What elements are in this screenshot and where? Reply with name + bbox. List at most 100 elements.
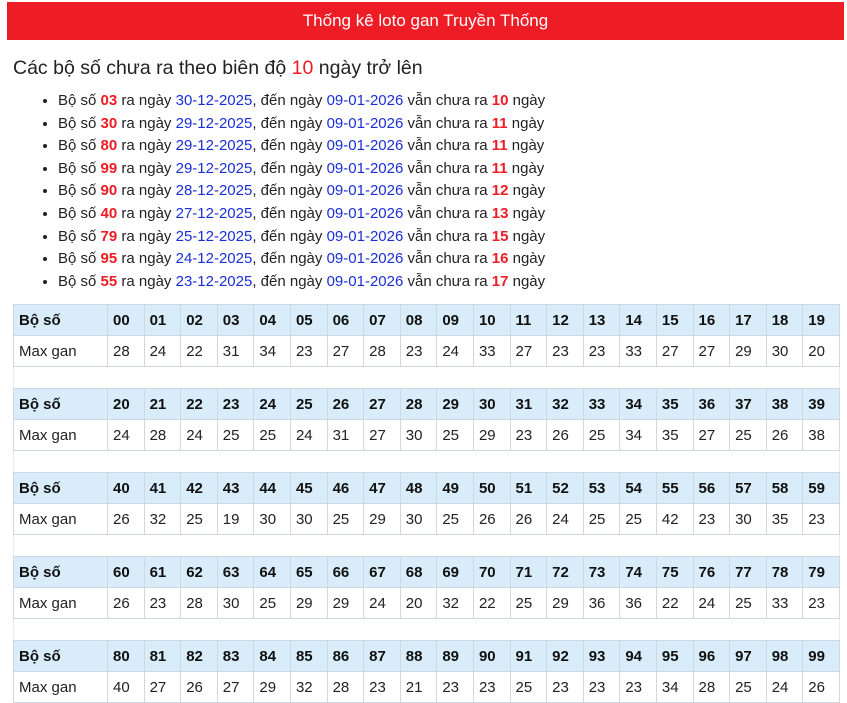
stat-label: Bộ số bbox=[58, 92, 97, 109]
stat-label: Bộ số bbox=[58, 250, 97, 268]
stat-ngay: ngày bbox=[512, 272, 546, 290]
loto-number-cell: 97 bbox=[729, 640, 767, 672]
max-gan-cell: 27 bbox=[216, 671, 255, 703]
subtitle-suffix: ngày trở lên bbox=[318, 57, 423, 79]
loto-number-cell: 78 bbox=[765, 556, 804, 588]
max-gan-cell: 34 bbox=[655, 671, 694, 703]
max-gan-cell: 28 bbox=[692, 671, 731, 703]
loto-number-cell: 65 bbox=[289, 556, 328, 588]
max-gan-cell: 24 bbox=[692, 587, 731, 619]
loto-number-cell: 02 bbox=[180, 304, 218, 336]
loto-number-cell: 13 bbox=[582, 304, 621, 336]
loto-number-cell: 23 bbox=[216, 388, 255, 420]
max-gan-cell: 30 bbox=[289, 503, 328, 535]
stat-days: 17 bbox=[491, 272, 509, 290]
spacer-cell bbox=[13, 450, 840, 473]
loto-number-cell: 39 bbox=[802, 388, 840, 420]
stat-item: Bộ số 30 ra ngày 29-12-2025, đến ngày 09… bbox=[58, 113, 545, 136]
max-gan-cell: 28 bbox=[363, 335, 401, 367]
max-gan-table: Bộ số 00 01 02 03 04 05 06 07 08 09 10 11 12 13 14 15 16 1… bbox=[13, 304, 840, 703]
loto-number-cell: 40 bbox=[107, 472, 145, 504]
stat-van-chua-ra: vẫn chưa ra bbox=[407, 114, 488, 132]
max-gan-cell: 24 bbox=[363, 587, 401, 619]
stat-ra-ngay: ra ngày bbox=[121, 92, 172, 109]
stat-van-chua-ra: vẫn chưa ra bbox=[407, 92, 488, 109]
loto-number-cell: 30 bbox=[472, 388, 511, 420]
stat-days: 11 bbox=[491, 159, 508, 177]
stat-ra-ngay: ra ngày bbox=[121, 227, 172, 245]
stat-number: 79 bbox=[100, 227, 118, 245]
loto-number-cell: 33 bbox=[582, 388, 621, 420]
max-gan-cell: 19 bbox=[216, 503, 255, 535]
loto-number-cell: 17 bbox=[729, 304, 767, 336]
max-gan-cell: 23 bbox=[582, 671, 621, 703]
max-gan-cell: 24 bbox=[143, 335, 182, 367]
stat-days: 16 bbox=[491, 250, 509, 268]
stat-number: 99 bbox=[100, 159, 118, 177]
loto-number-cell: 61 bbox=[143, 556, 182, 588]
loto-number-cell: 18 bbox=[765, 304, 804, 336]
max-gan-cell: 20 bbox=[399, 587, 438, 619]
loto-number-cell: 10 bbox=[472, 304, 511, 336]
loto-number-cell: 51 bbox=[509, 472, 548, 504]
max-gan-cell: 25 bbox=[509, 671, 548, 703]
loto-number-cell: 84 bbox=[253, 640, 291, 672]
max-gan-cell: 26 bbox=[546, 419, 584, 451]
section-subtitle: Các bộ số chưa ra theo biên độ 10 ngày t… bbox=[13, 57, 423, 80]
spacer-cell bbox=[13, 618, 840, 641]
table-header-row: Bộ số 00 01 02 03 04 05 06 07 08 09 10 11 12 13 14 15 16 1… bbox=[13, 304, 840, 336]
max-gan-cell: 27 bbox=[655, 335, 694, 367]
loto-number-cell: 27 bbox=[363, 388, 401, 420]
stat-ngay: ngày bbox=[511, 159, 545, 177]
max-gan-cell: 29 bbox=[326, 587, 365, 619]
max-gan-cell: 34 bbox=[619, 419, 657, 451]
max-gan-cell: 27 bbox=[143, 671, 182, 703]
stat-days: 10 bbox=[491, 92, 509, 109]
max-gan-cell: 36 bbox=[619, 587, 657, 619]
stat-from-date: 29-12-2025 bbox=[175, 114, 253, 132]
stat-number: 03 bbox=[100, 92, 118, 109]
max-gan-cell: 23 bbox=[143, 587, 182, 619]
max-gan-cell: 29 bbox=[472, 419, 511, 451]
loto-number-cell: 07 bbox=[363, 304, 401, 336]
loto-number-cell: 29 bbox=[436, 388, 474, 420]
max-gan-cell: 27 bbox=[692, 335, 731, 367]
stat-den-ngay: , đến ngày bbox=[252, 182, 323, 200]
loto-number-cell: 90 bbox=[472, 640, 511, 672]
max-gan-cell: 38 bbox=[802, 419, 840, 451]
loto-number-cell: 60 bbox=[107, 556, 145, 588]
stat-to-date: 09-01-2026 bbox=[326, 159, 404, 177]
loto-number-cell: 95 bbox=[655, 640, 694, 672]
loto-number-cell: 24 bbox=[253, 388, 291, 420]
loto-number-cell: 71 bbox=[509, 556, 548, 588]
table-value-row: Max gan 26 32 25 19 30 30 25 29 30 25 26 26 24 25 25 42 2… bbox=[13, 503, 840, 535]
row-label-max-gan: Max gan bbox=[13, 587, 108, 619]
page-header: Thống kê loto gan Truyền Thống bbox=[7, 2, 844, 40]
loto-number-cell: 76 bbox=[692, 556, 731, 588]
stat-item: Bộ số 90 ra ngày 28-12-2025, đến ngày 09… bbox=[58, 180, 545, 203]
stat-den-ngay: , đến ngày bbox=[252, 92, 323, 109]
subtitle-days: 10 bbox=[291, 57, 314, 79]
loto-number-cell: 87 bbox=[363, 640, 401, 672]
max-gan-cell: 23 bbox=[582, 335, 621, 367]
max-gan-cell: 30 bbox=[765, 335, 804, 367]
max-gan-cell: 33 bbox=[765, 587, 804, 619]
loto-number-cell: 11 bbox=[509, 304, 548, 336]
stat-to-date: 09-01-2026 bbox=[326, 114, 404, 132]
loto-number-cell: 53 bbox=[582, 472, 621, 504]
max-gan-cell: 22 bbox=[655, 587, 694, 619]
stat-days: 15 bbox=[491, 227, 509, 245]
max-gan-cell: 21 bbox=[399, 671, 438, 703]
gan-stats-list: Bộ số 03 ra ngày 30-12-2025, đến ngày 09… bbox=[0, 90, 545, 293]
loto-number-cell: 54 bbox=[619, 472, 657, 504]
stat-item: Bộ số 40 ra ngày 27-12-2025, đến ngày 09… bbox=[58, 203, 545, 226]
loto-number-cell: 75 bbox=[655, 556, 694, 588]
max-gan-cell: 33 bbox=[472, 335, 511, 367]
loto-number-cell: 92 bbox=[546, 640, 584, 672]
loto-number-cell: 81 bbox=[143, 640, 182, 672]
max-gan-cell: 24 bbox=[289, 419, 328, 451]
max-gan-cell: 25 bbox=[619, 503, 657, 535]
stat-to-date: 09-01-2026 bbox=[326, 92, 404, 109]
loto-number-cell: 35 bbox=[655, 388, 694, 420]
max-gan-cell: 30 bbox=[729, 503, 767, 535]
